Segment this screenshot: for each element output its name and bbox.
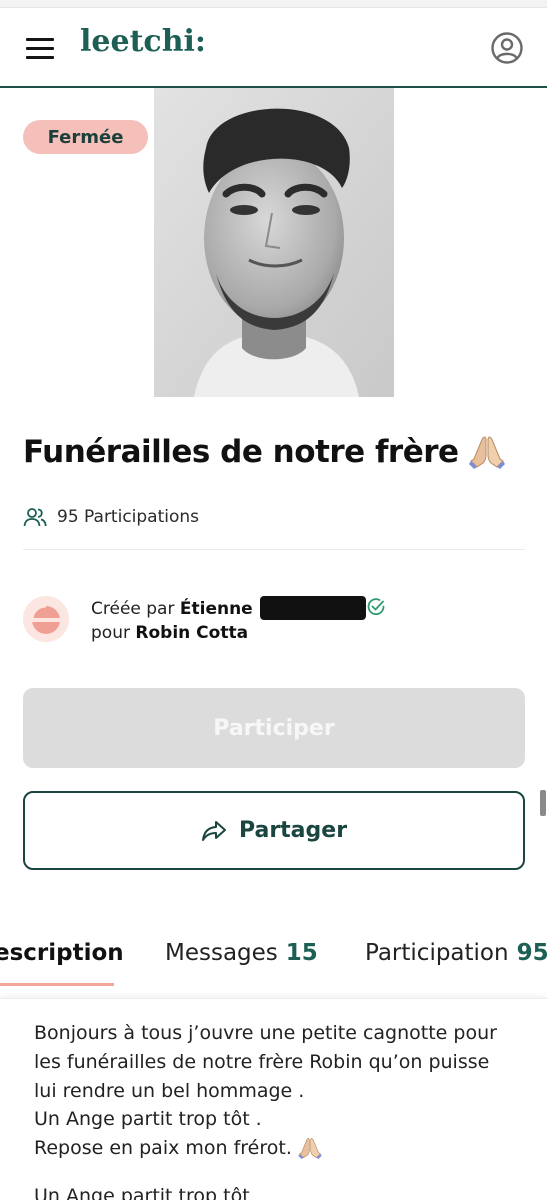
description-cut-line: Un Ange partit trop tôt — [34, 1185, 250, 1200]
campaign-title-text: Funérailles de notre frère — [23, 434, 459, 470]
tab-participations-label: Participation — [365, 940, 509, 966]
description-line-with-emoji: Repose en paix mon frérot. — [34, 1137, 322, 1159]
participations-count[interactable]: 95 Participations — [23, 503, 199, 531]
share-button[interactable]: Partager — [23, 791, 525, 870]
status-bar-strip — [0, 0, 547, 8]
description-line: les funérailles de notre frère Robin qu’… — [34, 1051, 490, 1073]
description-line: lui rendre un bel hommage . — [34, 1080, 305, 1102]
participate-button[interactable]: Participer — [23, 688, 525, 768]
redacted-name — [260, 596, 367, 620]
campaign-title: Funérailles de notre frère — [23, 434, 505, 470]
creator-info: Créée par Étienne pour Robin Cotta — [91, 596, 367, 645]
share-button-label: Partager — [238, 818, 348, 843]
description-line: Bonjours à tous j’ouvre une petite cagno… — [34, 1022, 497, 1044]
hamburger-menu-icon[interactable] — [24, 36, 56, 60]
tab-participations[interactable]: Participation 95 — [365, 940, 547, 966]
content-tabs: escription Messages 15 Participation 95 — [0, 930, 547, 988]
tab-messages-label: Messages — [165, 940, 278, 966]
folded-hands-emoji-icon — [468, 435, 505, 469]
creator-name[interactable]: Étienne — [180, 599, 253, 619]
active-tab-underline — [0, 983, 114, 986]
verified-check-icon — [366, 597, 386, 617]
scrollbar-thumb[interactable] — [540, 790, 546, 816]
tab-description-label: escription — [0, 940, 124, 966]
tab-participations-count: 95 — [516, 940, 547, 966]
tab-messages-count: 15 — [285, 940, 318, 966]
leetchi-logo[interactable]: leetchi: — [80, 24, 206, 59]
app-header: leetchi: — [0, 8, 547, 88]
user-account-icon[interactable] — [490, 31, 524, 65]
created-by-label: Créée par — [91, 599, 175, 619]
description-card: Bonjours à tous j’ouvre une petite cagno… — [0, 998, 547, 1200]
campaign-photo — [154, 88, 394, 397]
status-badge: Fermée — [23, 120, 148, 154]
section-divider — [23, 549, 525, 550]
tab-description[interactable]: escription — [0, 940, 124, 966]
for-label: pour — [91, 623, 130, 643]
share-arrow-icon — [201, 820, 226, 841]
beneficiary-name: Robin Cotta — [135, 623, 249, 643]
tab-messages[interactable]: Messages 15 — [165, 940, 318, 966]
description-line-text: Repose en paix mon frérot. — [34, 1137, 292, 1159]
people-icon — [23, 508, 47, 527]
participations-text: 95 Participations — [57, 507, 200, 527]
description-line: Un Ange partit trop tôt . — [34, 1108, 262, 1130]
creator-avatar — [23, 596, 69, 642]
folded-hands-emoji-icon — [298, 1137, 322, 1159]
